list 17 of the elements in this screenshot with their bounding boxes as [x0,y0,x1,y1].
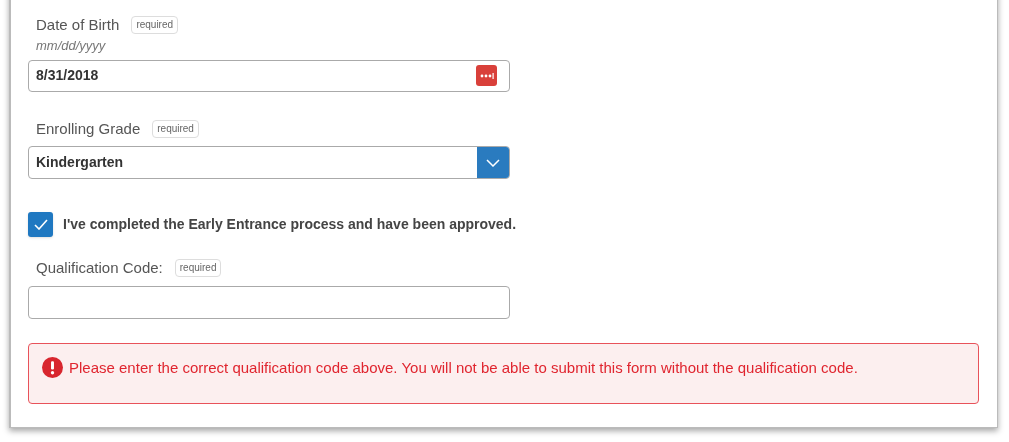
field-label: Date of Birth [36,15,120,35]
qualification-code-field[interactable] [28,285,510,319]
date-input-field[interactable]: 8/31/2018 [28,59,510,92]
field-label: Enrolling Grade [36,118,141,139]
checkbox-label: I've completed the Early Entrance process and have been approved. [63,215,517,234]
checkmark-icon [33,219,48,230]
checkbox[interactable] [28,212,53,237]
format-hint: mm/dd/yyyy [35,36,107,55]
required-badge: required [152,119,199,138]
error-message: Please enter the correct qualification code above. You will not be able to submit this form without the qualification code. [69,357,858,375]
field-label: Qualification Code: [36,258,163,278]
calendar-icon[interactable] [476,65,497,86]
required-badge: required [131,16,179,35]
required-badge: required [174,259,222,278]
grade-select[interactable]: Kindergarten [28,146,510,179]
chevron-down-icon[interactable] [477,147,509,178]
exclamation-icon [42,356,63,378]
